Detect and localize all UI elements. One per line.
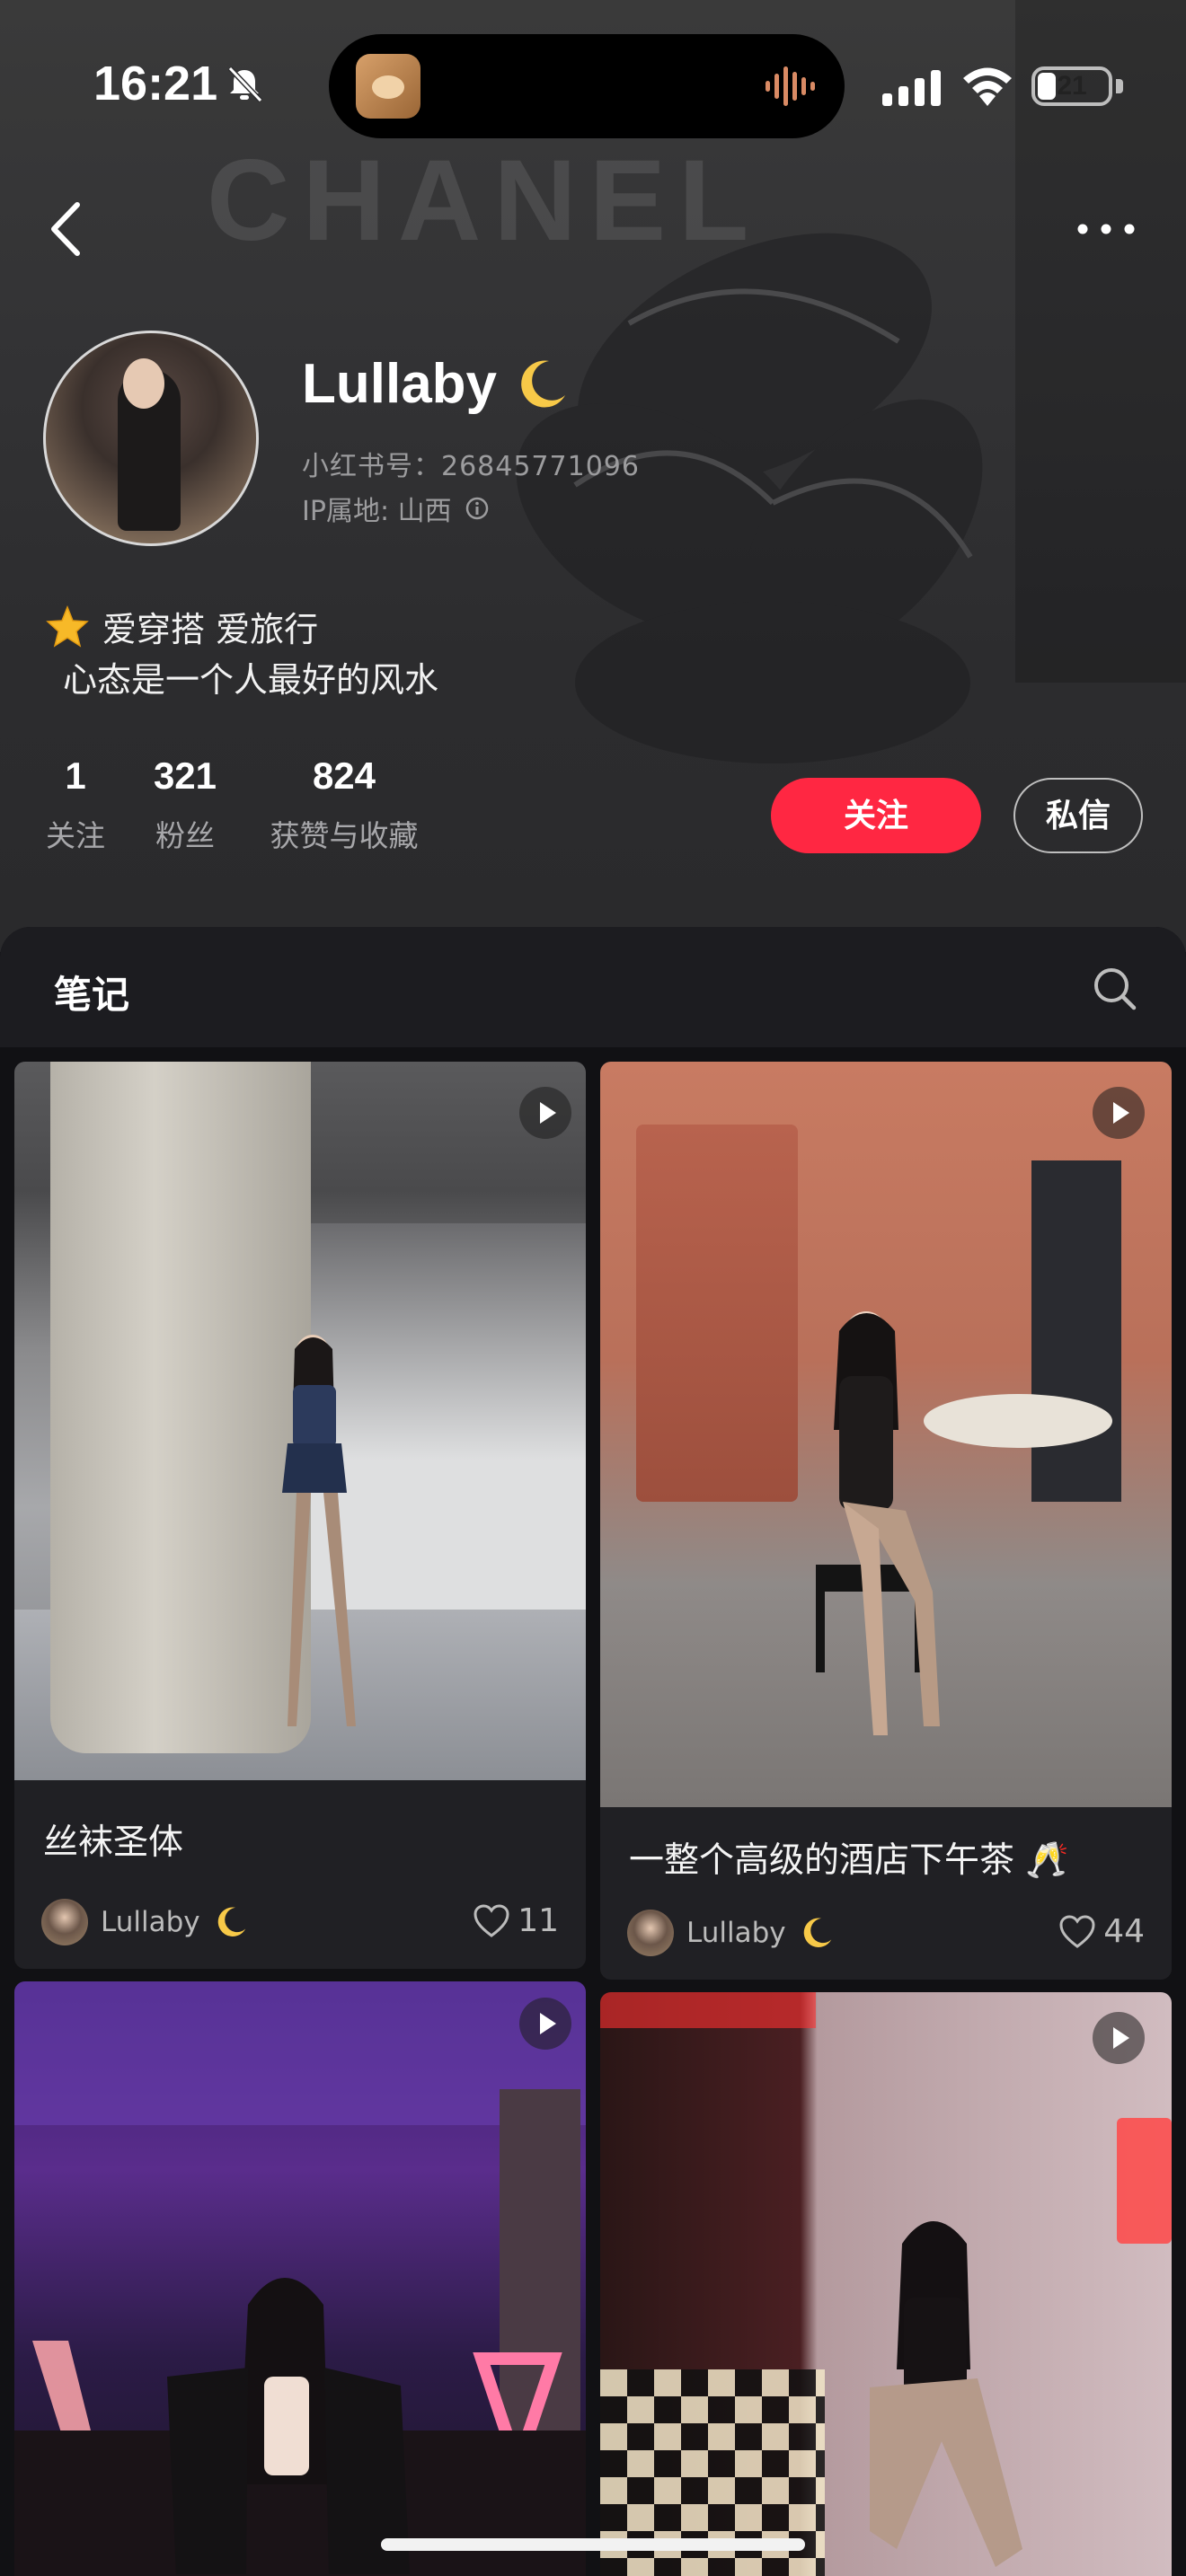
stat-following-value: 1 <box>65 754 86 797</box>
profile-ip-row: IP属地: 山西 <box>302 489 490 528</box>
profile-avatar[interactable] <box>43 331 259 546</box>
search-icon[interactable] <box>1091 965 1137 1011</box>
stat-likes-collects[interactable]: 824 获赞与收藏 <box>259 754 429 855</box>
profile-name: Lullaby <box>302 353 498 415</box>
note-author[interactable]: Lullaby <box>41 1899 249 1945</box>
heart-icon <box>474 1903 509 1937</box>
note-cover-figure <box>816 1311 940 1735</box>
follow-button[interactable]: 关注 <box>771 778 981 853</box>
stat-following[interactable]: 1 关注 <box>40 754 111 855</box>
notes-panel: 笔记 丝袜圣体 Lullaby 11 一整个高级的酒店下午茶 🥂 Lullaby… <box>0 927 1186 2576</box>
bio-line-1: 爱穿搭 爱旅行 <box>45 602 318 651</box>
profile-ip-location: IP属地: 山西 <box>302 496 452 527</box>
stat-followers[interactable]: 321 粉丝 <box>140 754 230 855</box>
heart-icon <box>1059 1914 1095 1948</box>
note-cover-figure <box>14 1981 586 2576</box>
message-button[interactable]: 私信 <box>1013 778 1143 853</box>
play-icon <box>1093 2012 1145 2064</box>
play-icon <box>519 1087 571 1139</box>
note-likes[interactable]: 44 <box>1058 1913 1145 1950</box>
profile-name-row: Lullaby <box>302 352 571 416</box>
note-cover-image <box>600 1992 1172 2576</box>
moon-icon <box>217 1907 245 1936</box>
stat-followers-value: 321 <box>153 754 217 797</box>
audio-waveform-icon <box>766 66 815 106</box>
notes-tab-bar: 笔记 <box>0 927 1186 1047</box>
stat-likes-value: 824 <box>312 754 376 797</box>
note-author[interactable]: Lullaby <box>627 1910 835 1956</box>
note-cover-image <box>14 1062 586 1780</box>
battery-cap <box>1116 79 1123 93</box>
note-author-name: Lullaby <box>101 1906 200 1938</box>
note-likes[interactable]: 11 <box>473 1902 559 1939</box>
status-time: 16:21 <box>93 57 218 110</box>
back-chevron-icon[interactable] <box>45 199 88 259</box>
note-cover-figure <box>282 1335 356 1726</box>
background-flower-decoration <box>516 233 983 763</box>
bio-text-2: 心态是一个人最好的风水 <box>63 660 439 700</box>
dnd-bell-off-icon <box>227 66 263 103</box>
battery-icon: 21 <box>1031 66 1112 106</box>
stat-followers-label: 粉丝 <box>155 818 215 853</box>
profile-xhs-id: 小红书号：26845771096 <box>302 451 640 482</box>
tab-notes[interactable]: 笔记 <box>54 965 129 1019</box>
note-card[interactable] <box>600 1992 1172 2576</box>
bio-text-1: 爱穿搭 爱旅行 <box>102 610 319 649</box>
note-cover-image <box>600 1062 1172 1807</box>
note-cover-image <box>14 1981 586 2576</box>
more-dots-icon[interactable] <box>1075 214 1137 244</box>
note-card[interactable] <box>14 1981 586 2576</box>
note-title: 丝袜圣体 <box>43 1822 184 1863</box>
stat-following-label: 关注 <box>46 818 105 853</box>
note-likes-count: 11 <box>518 1902 559 1939</box>
battery-level: 21 <box>1057 71 1087 101</box>
avatar <box>627 1910 674 1956</box>
star-icon <box>46 604 89 648</box>
note-title: 一整个高级的酒店下午茶 🥂 <box>629 1840 1069 1881</box>
note-card[interactable]: 丝袜圣体 Lullaby 11 <box>14 1062 586 1969</box>
moon-icon <box>521 360 566 408</box>
moon-icon <box>803 1918 831 1947</box>
note-likes-count: 44 <box>1103 1913 1145 1950</box>
play-icon <box>1093 1087 1145 1139</box>
note-author-name: Lullaby <box>686 1917 786 1949</box>
play-icon <box>519 1998 571 2050</box>
info-icon[interactable] <box>465 496 490 521</box>
now-playing-artwork <box>356 54 420 119</box>
dynamic-island[interactable] <box>329 34 845 138</box>
signal-icon <box>882 70 941 106</box>
stat-likes-label: 获赞与收藏 <box>270 818 419 853</box>
note-cover-figure <box>600 1992 1172 2567</box>
wifi-icon <box>963 67 1012 106</box>
avatar <box>41 1899 88 1945</box>
home-indicator[interactable] <box>381 2538 805 2551</box>
note-card[interactable]: 一整个高级的酒店下午茶 🥂 Lullaby 44 <box>600 1062 1172 1980</box>
